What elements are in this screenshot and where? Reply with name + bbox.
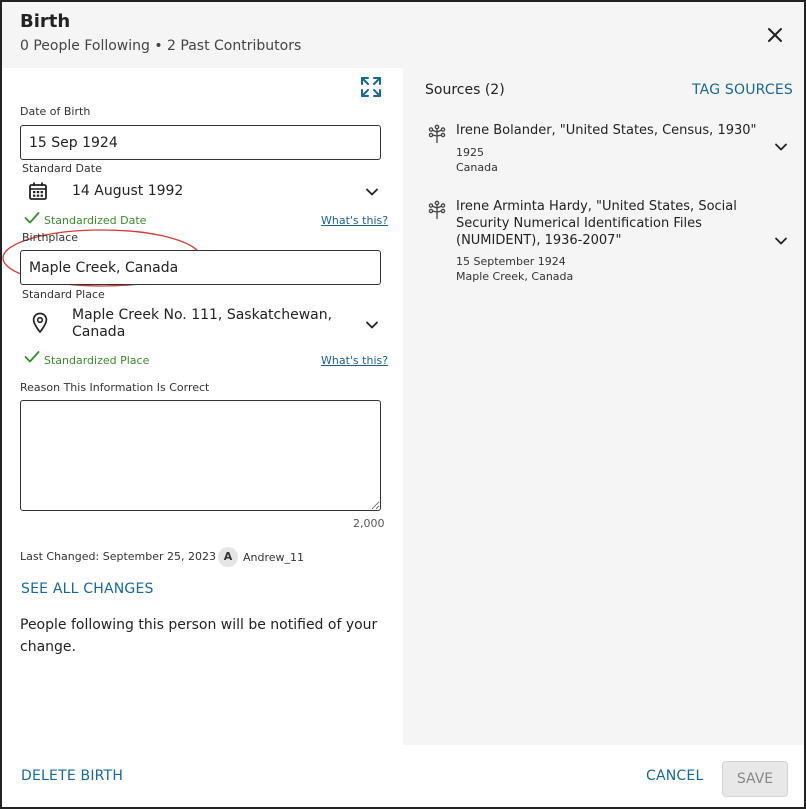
source-title: Irene Bolander, "United States, Census, … (456, 123, 757, 138)
avatar[interactable]: A (218, 547, 238, 567)
standard-place-line2: Canada (72, 324, 126, 340)
contributor-username[interactable]: Andrew_11 (243, 551, 304, 564)
reason-label: Reason This Information Is Correct (20, 381, 210, 394)
expand-icon[interactable] (360, 76, 382, 98)
reason-textarea[interactable] (20, 400, 381, 511)
source-place: Maple Creek, Canada (456, 270, 574, 283)
checkmark-icon (24, 212, 40, 224)
standard-date-value: 14 August 1992 (72, 183, 184, 199)
source-item[interactable]: Irene Arminta Hardy, "United States, Soc… (421, 198, 791, 288)
calendar-icon (29, 182, 47, 200)
standard-place-label: Standard Place (22, 288, 105, 301)
whats-this-place-link[interactable]: What's this? (321, 354, 388, 367)
cancel-button[interactable]: CANCEL (646, 768, 703, 784)
tag-sources-button[interactable]: TAG SOURCES (692, 82, 793, 98)
sources-panel: Sources (2) TAG SOURCES Irene Bolander, … (403, 68, 804, 745)
family-tree-icon (428, 124, 446, 143)
date-of-birth-label: Date of Birth (20, 105, 91, 118)
source-date: 15 September 1924 (456, 255, 566, 268)
source-item[interactable]: Irene Bolander, "United States, Census, … (421, 120, 791, 180)
standard-place-line1: Maple Creek No. 111, Saskatchewan, (72, 307, 333, 323)
birthplace-label: Birthplace (22, 231, 79, 244)
notification-notice: People following this person will be not… (20, 617, 378, 655)
standard-date-select[interactable]: 14 August 1992 (20, 176, 382, 208)
standard-date-label: Standard Date (22, 162, 102, 175)
character-count: 2,000 (353, 517, 385, 530)
source-title-line3: (NUMIDENT), 1936-2007" (456, 233, 622, 248)
checkmark-icon (24, 351, 40, 363)
dialog-footer: DELETE BIRTH CANCEL SAVE (2, 745, 804, 807)
chevron-down-icon[interactable] (774, 140, 788, 154)
chevron-down-icon[interactable] (774, 234, 788, 248)
dialog-header: Birth 0 People Following • 2 Past Contri… (2, 2, 804, 68)
standard-place-select[interactable]: Maple Creek No. 111, Saskatchewan, Canad… (20, 304, 382, 344)
source-place: Canada (456, 161, 498, 174)
birthplace-input[interactable] (20, 250, 381, 285)
source-title-line1: Irene Arminta Hardy, "United States, Soc… (456, 199, 737, 214)
see-all-changes-link[interactable]: SEE ALL CHANGES (21, 581, 154, 597)
chevron-down-icon (366, 188, 378, 196)
source-date: 1925 (456, 146, 484, 159)
standardized-place-status: Standardized Place (44, 354, 150, 367)
last-changed-text: Last Changed: September 25, 2023 (20, 550, 216, 563)
location-pin-icon (32, 312, 48, 334)
date-of-birth-input[interactable] (20, 125, 381, 160)
edit-panel: Date of Birth Standard Date 14 August 19… (2, 68, 402, 745)
dialog-subtitle: 0 People Following • 2 Past Contributors (20, 38, 302, 54)
standardized-date-status: Standardized Date (44, 214, 147, 227)
chevron-down-icon (366, 321, 378, 329)
save-button[interactable]: SAVE (722, 761, 788, 797)
family-tree-icon (428, 200, 446, 219)
birth-dialog: Birth 0 People Following • 2 Past Contri… (0, 0, 806, 809)
whats-this-date-link[interactable]: What's this? (321, 214, 388, 227)
dialog-title: Birth (20, 11, 71, 32)
delete-birth-button[interactable]: DELETE BIRTH (21, 768, 123, 784)
sources-heading: Sources (2) (425, 82, 505, 98)
close-icon[interactable] (764, 24, 786, 46)
source-title-line2: Security Numerical Identification Files (456, 216, 702, 231)
